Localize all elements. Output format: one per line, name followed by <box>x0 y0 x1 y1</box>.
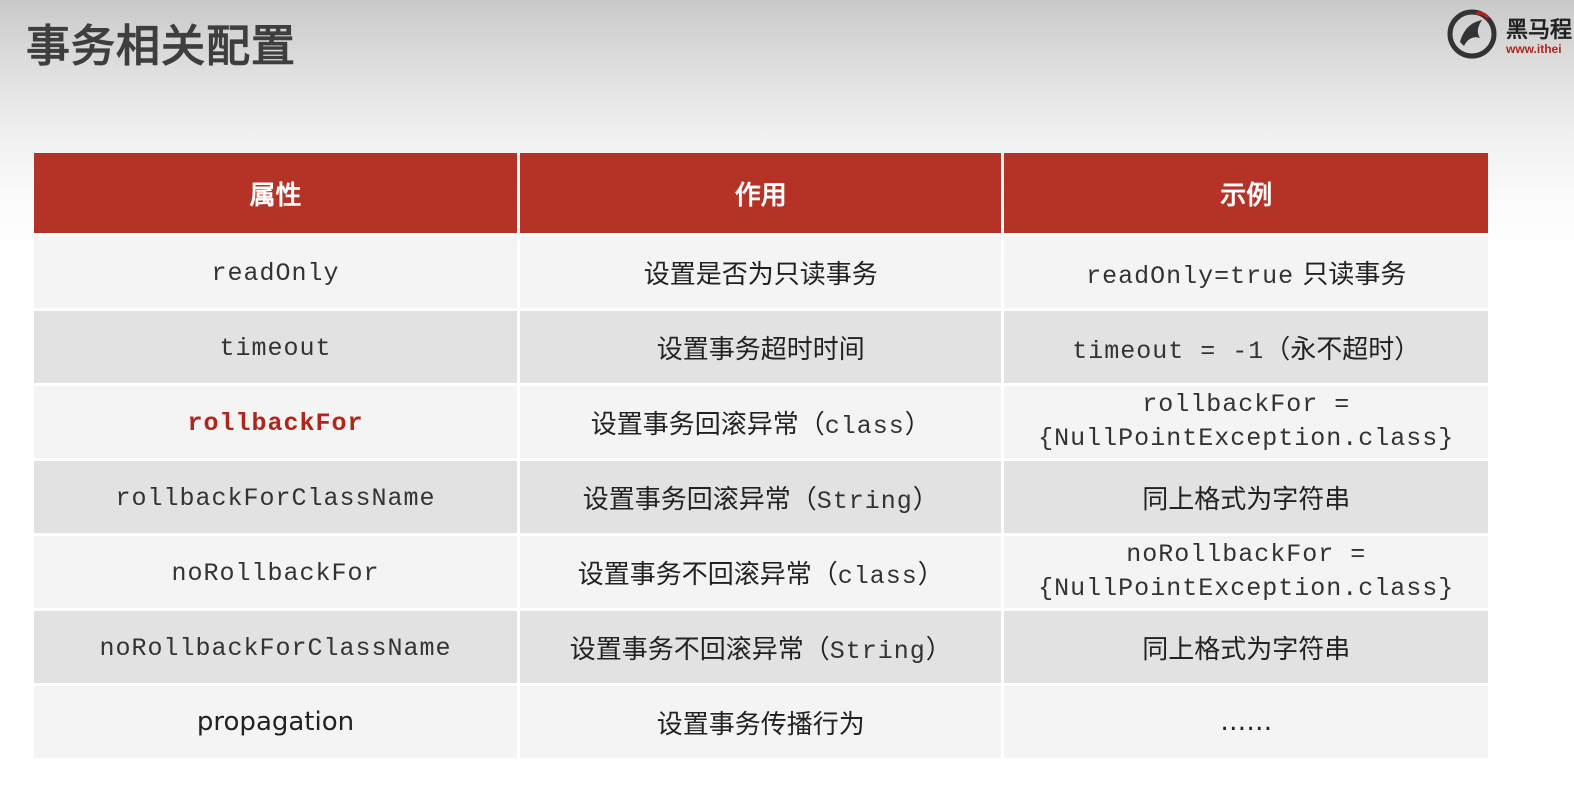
example-text: 同上格式为字符串 <box>1142 484 1351 515</box>
purpose-end: ） <box>904 409 931 440</box>
example-code: timeout = -1 <box>1072 336 1265 366</box>
purpose-text: 设置事务回滚异常（ <box>582 484 817 515</box>
transaction-config-table: 属性 作用 示例 readOnly 设置是否为只读事务 readOnly=tru… <box>31 150 1491 761</box>
cell-attribute: rollbackFor <box>34 386 518 458</box>
attribute-name-highlighted: rollbackFor <box>187 408 364 438</box>
brand-logo: 黑马程 www.ithei <box>1446 4 1574 64</box>
cell-attribute: readOnly <box>34 236 518 308</box>
purpose-end: ） <box>917 559 944 590</box>
brand-url: www.ithei <box>1506 42 1562 56</box>
table-row: timeout 设置事务超时时间 timeout = -1（永不超时） <box>34 311 1488 383</box>
cell-example: timeout = -1（永不超时） <box>1004 311 1488 383</box>
table-row: readOnly 设置是否为只读事务 readOnly=true 只读事务 <box>34 236 1488 308</box>
purpose-text: 设置是否为只读事务 <box>643 259 878 290</box>
header-example: 示例 <box>1004 153 1488 233</box>
attribute-name: noRollbackFor <box>171 558 380 588</box>
horse-logo-icon <box>1447 9 1497 59</box>
attribute-name: rollbackForClassName <box>115 483 436 513</box>
purpose-end: ） <box>925 634 952 665</box>
cell-attribute: timeout <box>34 311 518 383</box>
purpose-code: class <box>837 561 918 591</box>
purpose-code: String <box>816 486 913 516</box>
cell-attribute: propagation <box>34 686 518 758</box>
brand-name: 黑马程 <box>1506 18 1573 43</box>
table-row: rollbackFor 设置事务回滚异常（class） rollbackFor … <box>34 386 1488 458</box>
purpose-text: 设置事务不回滚异常（ <box>569 634 830 665</box>
cell-purpose: 设置是否为只读事务 <box>520 236 1002 308</box>
table-row: noRollbackFor 设置事务不回滚异常（class） noRollbac… <box>34 536 1488 608</box>
example-text: 同上格式为字符串 <box>1142 634 1351 665</box>
attribute-name: noRollbackForClassName <box>99 633 452 663</box>
cell-example: rollbackFor = {NullPointException.class} <box>1004 386 1488 458</box>
example-text: …… <box>1220 707 1273 737</box>
example-line2: {NullPointException.class} <box>1038 574 1455 603</box>
cell-example: noRollbackFor = {NullPointException.clas… <box>1004 536 1488 608</box>
table-header-row: 属性 作用 示例 <box>34 153 1488 233</box>
attribute-name: propagation <box>196 707 355 737</box>
cell-example: 同上格式为字符串 <box>1004 461 1488 533</box>
table-row: propagation 设置事务传播行为 …… <box>34 686 1488 758</box>
example-code: readOnly=true <box>1086 261 1295 291</box>
cell-example: 同上格式为字符串 <box>1004 611 1488 683</box>
cell-attribute: rollbackForClassName <box>34 461 518 533</box>
cell-purpose: 设置事务回滚异常（class） <box>520 386 1002 458</box>
attribute-name: readOnly <box>211 258 340 288</box>
cell-purpose: 设置事务回滚异常（String） <box>520 461 1002 533</box>
cell-purpose: 设置事务传播行为 <box>520 686 1002 758</box>
example-text: （永不超时） <box>1264 334 1421 365</box>
purpose-code: class <box>824 411 905 441</box>
purpose-end: ） <box>912 484 939 515</box>
slide-title: 事务相关配置 <box>26 21 296 72</box>
table-row: noRollbackForClassName 设置事务不回滚异常（String）… <box>34 611 1488 683</box>
purpose-text: 设置事务传播行为 <box>656 709 865 740</box>
cell-purpose: 设置事务不回滚异常（class） <box>520 536 1002 608</box>
header-attribute: 属性 <box>34 153 518 233</box>
cell-purpose: 设置事务超时时间 <box>520 311 1002 383</box>
purpose-text: 设置事务不回滚异常（ <box>577 559 838 590</box>
header-purpose: 作用 <box>520 153 1002 233</box>
cell-attribute: noRollbackFor <box>34 536 518 608</box>
purpose-text: 设置事务回滚异常（ <box>590 409 825 440</box>
example-text: 只读事务 <box>1294 259 1407 290</box>
cell-example: …… <box>1004 686 1488 758</box>
example-line2: {NullPointException.class} <box>1038 424 1455 453</box>
example-line1: noRollbackFor = <box>1126 540 1367 569</box>
table-row: rollbackForClassName 设置事务回滚异常（String） 同上… <box>34 461 1488 533</box>
cell-purpose: 设置事务不回滚异常（String） <box>520 611 1002 683</box>
attribute-name: timeout <box>219 333 332 363</box>
cell-example: readOnly=true 只读事务 <box>1004 236 1488 308</box>
purpose-text: 设置事务超时时间 <box>656 334 865 365</box>
purpose-code: String <box>829 636 926 666</box>
example-line1: rollbackFor = <box>1142 390 1351 419</box>
cell-attribute: noRollbackForClassName <box>34 611 518 683</box>
